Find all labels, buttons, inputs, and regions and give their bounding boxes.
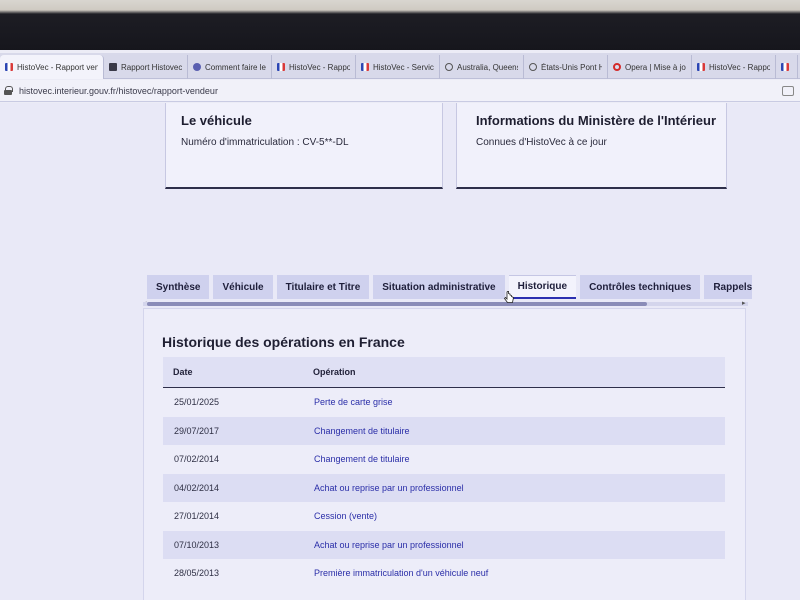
tab-rappels-constru[interactable]: Rappels constru [704, 275, 752, 299]
operation-label: Cession (vente) [314, 511, 378, 522]
history-table: Date Opération 25/01/2025 Perte de carte … [163, 357, 725, 588]
table-row: 04/02/2014 Achat ou reprise par un profes… [163, 473, 725, 502]
table-row: 07/02/2014 Changement de titulaire [163, 445, 725, 474]
hand-cursor-icon [504, 291, 514, 303]
operation-label: Première immatriculation d'un véhicule n… [314, 568, 489, 579]
browser-tab[interactable]: Rapport Histovec [104, 55, 188, 79]
qm-icon [193, 63, 201, 71]
flag-icon [361, 63, 369, 71]
tabs-scrollbar-thumb[interactable] [147, 302, 647, 306]
tab-controles-techniques[interactable]: Contrôles techniques [580, 275, 701, 299]
operation-date: 04/02/2014 [174, 482, 220, 493]
table-row: 07/10/2013 Achat ou reprise par un profes… [163, 530, 725, 559]
operation-label: Achat ou reprise par un professionnel [314, 482, 464, 493]
tabs-scrollbar[interactable] [143, 302, 748, 306]
browser-tab-label: États-Unis Pont Hanc [541, 62, 602, 72]
monitor-bezel [0, 0, 800, 52]
browser-tab-label: HistoVec - Rapport ve [709, 62, 770, 72]
operation-label: Perte de carte grise [314, 397, 393, 408]
table-row: 25/01/2025 Perte de carte grise [163, 388, 725, 417]
operation-date: 29/07/2017 [174, 425, 220, 436]
browser-tab-label: HistoVec - Rapport vende [17, 62, 98, 72]
operation-label: Changement de titulaire [314, 454, 410, 465]
flag-icon [697, 63, 705, 71]
doc-icon [109, 63, 117, 71]
registration-number: Numéro d'immatriculation : CV-5**-DL [181, 137, 349, 148]
column-header-operation: Opération [313, 367, 356, 377]
report-tabs: Synthèse Véhicule Titulaire et Titre Situat… [147, 275, 752, 301]
browser-tab-label: Opera | Mise à jour te [625, 62, 686, 72]
browser-tab[interactable]: HistoVec - Service inc [356, 55, 440, 79]
history-title: Historique des opérations en France [162, 334, 405, 350]
flag-icon [5, 63, 13, 71]
operation-label: Changement de titulaire [314, 425, 410, 436]
page-content: Le véhicule Numéro d'immatriculation : C… [0, 103, 800, 600]
table-row: 27/01/2014 Cession (vente) [163, 502, 725, 531]
tab-historique[interactable]: Historique [508, 275, 577, 299]
ministry-card: Informations du Ministère de l'Intérieur… [456, 103, 727, 189]
browser-tab[interactable]: Ac [776, 55, 798, 79]
browser-tab[interactable]: HistoVec - Rapport ve [692, 55, 776, 79]
operation-date: 07/02/2014 [174, 454, 220, 465]
address-bar[interactable]: histovec.interieur.gouv.fr/histovec/rapp… [0, 80, 800, 102]
operation-date: 28/05/2013 [174, 568, 220, 579]
opera-icon [613, 63, 621, 71]
browser-window: HistoVec - Rapport vende Rapport Histovec… [0, 50, 800, 600]
mag-icon [445, 63, 453, 71]
browser-tab[interactable]: Opera | Mise à jour te [608, 55, 692, 79]
tab-vehicule[interactable]: Véhicule [213, 275, 273, 299]
operation-label: Achat ou reprise par un professionnel [314, 539, 464, 550]
browser-tab[interactable]: HistoVec - Rapport ve [272, 55, 356, 79]
vehicle-card: Le véhicule Numéro d'immatriculation : C… [165, 103, 443, 189]
table-body: 25/01/2025 Perte de carte grise 29/07/2017… [163, 388, 725, 588]
flag-icon [277, 63, 285, 71]
operation-date: 27/01/2014 [174, 511, 220, 522]
table-header: Date Opération [163, 357, 725, 388]
browser-tab-label: HistoVec - Rapport ve [289, 62, 350, 72]
browser-tab-label: HistoVec - Service inc [373, 62, 434, 72]
browser-tab[interactable]: États-Unis Pont Hanc [524, 55, 608, 79]
ministry-card-text: Connues d'HistoVec à ce jour [476, 137, 607, 148]
browser-tab-label: Rapport Histovec [121, 62, 182, 72]
table-row: 28/05/2013 Première immatriculation d'un … [163, 559, 725, 588]
scroll-right-icon[interactable]: ▸ [742, 299, 746, 307]
flag-icon [781, 63, 789, 71]
browser-tab-label: Australia, Queensland [457, 62, 518, 72]
browser-tab[interactable]: HistoVec - Rapport vende [0, 55, 104, 79]
column-header-date: Date [173, 367, 193, 377]
operation-date: 07/10/2013 [174, 539, 220, 550]
browser-tab-strip: HistoVec - Rapport vende Rapport Histovec… [0, 53, 800, 79]
browser-tab[interactable]: Australia, Queensland [440, 55, 524, 79]
operation-date: 25/01/2025 [174, 397, 220, 408]
tab-situation-administrative[interactable]: Situation administrative [373, 275, 505, 299]
reader-view-icon[interactable] [782, 85, 794, 96]
table-row: 29/07/2017 Changement de titulaire [163, 416, 725, 445]
vehicle-card-title: Le véhicule [181, 113, 252, 128]
lock-icon [4, 86, 13, 95]
tab-titulaire-et-titre[interactable]: Titulaire et Titre [276, 275, 370, 299]
tab-synthese[interactable]: Synthèse [147, 275, 210, 299]
browser-tab-label: Comment faire lever l [205, 62, 266, 72]
browser-tab[interactable]: Comment faire lever l [188, 55, 272, 79]
mag-icon [529, 63, 537, 71]
ministry-card-title: Informations du Ministère de l'Intérieur [476, 113, 717, 128]
url-text[interactable]: histovec.interieur.gouv.fr/histovec/rapp… [19, 86, 218, 96]
